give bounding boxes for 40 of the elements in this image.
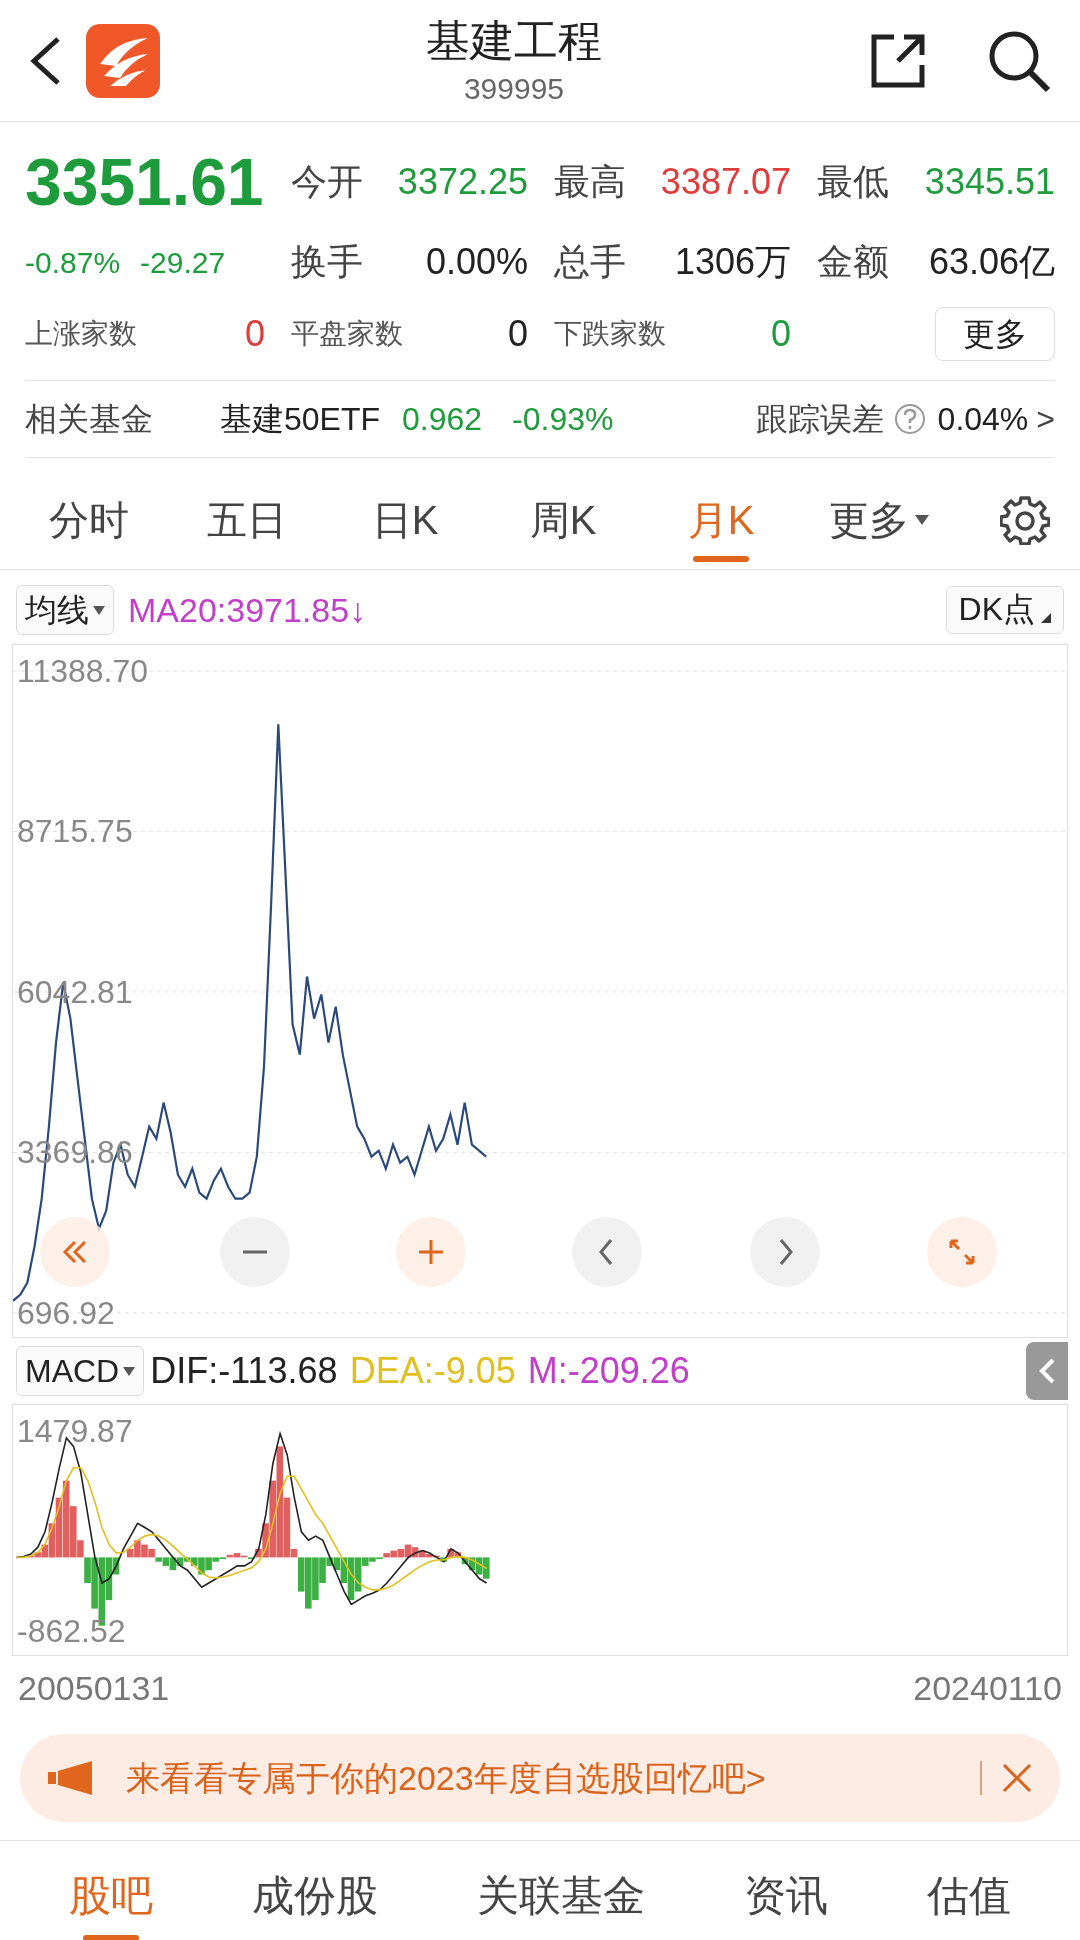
axis-label: 8715.75	[17, 813, 133, 850]
stat-value: 0.00%	[425, 240, 528, 284]
banner-text: 来看看专属于你的2023年度自选股回忆吧>	[126, 1757, 766, 1799]
fund-label: 相关基金	[25, 400, 154, 439]
current-price: 3351.61	[25, 144, 265, 221]
stat-label: 金额	[817, 240, 889, 284]
stat-label: 今开	[291, 160, 363, 204]
fund-change: -0.93%	[512, 400, 614, 439]
change-percent: -0.87%	[25, 244, 121, 281]
stat-label: 总手	[554, 240, 626, 284]
ma-reading: MA20:3971.85↓	[128, 589, 367, 631]
count-label: 下跌家数	[554, 317, 666, 351]
axis-label: 1479.87	[17, 1413, 133, 1450]
axis-label: 696.92	[17, 1295, 115, 1331]
axis-label: 11388.70	[17, 652, 149, 689]
tracking-label: 跟踪误差	[755, 400, 884, 439]
stat-label: 最高	[554, 160, 626, 204]
macd-reading: DEA:-9.05	[349, 1349, 516, 1393]
stat-value: 1306万	[674, 240, 791, 284]
page-title: 基建工程	[426, 14, 602, 67]
count-value: 0	[770, 312, 791, 356]
fund-price: 0.962	[402, 400, 483, 439]
date-label: 20240110	[913, 1667, 1062, 1709]
stat-label: 最低	[817, 160, 889, 204]
date-label: 20050131	[18, 1667, 170, 1709]
macd-reading: M:-209.26	[527, 1349, 690, 1393]
macd-reading: DIF:-113.68	[150, 1349, 338, 1393]
stat-value: 63.06亿	[928, 240, 1055, 284]
stat-value: 3372.25	[397, 160, 528, 204]
count-value: 0	[244, 312, 265, 356]
tracking-value: 0.04%	[937, 400, 1029, 439]
stat-label: 换手	[291, 240, 363, 284]
axis-label: -862.52	[17, 1613, 126, 1650]
stat-value: 3345.51	[924, 160, 1055, 204]
count-value: 0	[507, 312, 528, 356]
stat-value: 3387.07	[660, 160, 791, 204]
count-label: 上涨家数	[25, 317, 137, 351]
count-label: 平盘家数	[291, 317, 403, 351]
change-amount: -29.27	[140, 244, 226, 281]
index-code: 399995	[463, 70, 565, 107]
